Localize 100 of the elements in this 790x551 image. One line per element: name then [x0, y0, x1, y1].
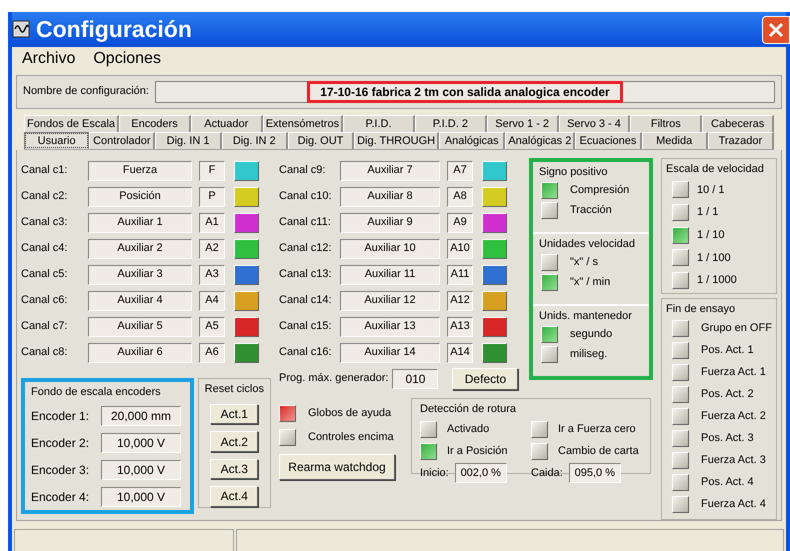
channel-code-field[interactable]: A4: [199, 290, 225, 310]
tab[interactable]: Analógicas: [439, 132, 506, 148]
drop-field[interactable]: 095,0 %: [568, 463, 621, 483]
toggle-button[interactable]: [672, 408, 689, 425]
tab[interactable]: Dig. THROUGH: [354, 132, 440, 148]
channel-name-field[interactable]: Auxiliar 13: [340, 316, 440, 336]
tab[interactable]: Ecuaciones: [575, 132, 642, 148]
color-swatch[interactable]: [234, 238, 259, 258]
close-button[interactable]: [762, 16, 790, 44]
rearm-button[interactable]: Rearma watchdog: [279, 454, 395, 480]
channel-code-field[interactable]: A6: [199, 342, 225, 362]
tab[interactable]: Servo 1 - 2: [486, 114, 559, 132]
channel-code-field[interactable]: A8: [447, 186, 473, 206]
reset-button[interactable]: Act.3: [210, 458, 258, 480]
toggle-button[interactable]: [541, 254, 558, 270]
toggle-button[interactable]: [672, 226, 689, 244]
color-swatch[interactable]: [482, 342, 507, 362]
channel-code-field[interactable]: A13: [447, 316, 473, 336]
toggle-button[interactable]: [541, 182, 558, 198]
encoder-value-field[interactable]: 10,000 V: [101, 460, 181, 480]
toggle-button[interactable]: [672, 272, 689, 290]
toggle-button[interactable]: [541, 346, 558, 362]
channel-name-field[interactable]: Auxiliar 7: [340, 160, 440, 180]
tab[interactable]: Medida: [642, 132, 708, 148]
default-button[interactable]: Defecto: [452, 368, 518, 390]
channel-code-field[interactable]: A11: [447, 264, 473, 284]
toggle-button[interactable]: [672, 386, 689, 403]
toggle-button[interactable]: [672, 364, 689, 381]
toggle-button[interactable]: [531, 420, 548, 438]
tab[interactable]: Servo 3 - 4: [558, 114, 630, 132]
tab[interactable]: Controlador: [89, 132, 156, 148]
channel-name-field[interactable]: Auxiliar 8: [340, 186, 440, 206]
channel-name-field[interactable]: Auxiliar 14: [340, 342, 440, 362]
color-swatch[interactable]: [482, 212, 507, 232]
reset-button[interactable]: Act.4: [210, 486, 258, 506]
channel-name-field[interactable]: Auxiliar 6: [88, 342, 192, 362]
toggle-button[interactable]: [541, 326, 558, 342]
color-swatch[interactable]: [234, 342, 259, 362]
toggle-button[interactable]: [531, 442, 548, 460]
color-swatch[interactable]: [234, 316, 259, 336]
channel-code-field[interactable]: F: [199, 160, 225, 180]
toggle-button[interactable]: [672, 320, 689, 337]
color-swatch[interactable]: [482, 264, 507, 284]
toggle-button[interactable]: [672, 204, 689, 222]
channel-name-field[interactable]: Auxiliar 2: [88, 238, 192, 258]
toggle-button[interactable]: [672, 342, 689, 359]
channel-code-field[interactable]: A12: [447, 290, 473, 310]
start-field[interactable]: 002,0 %: [454, 463, 507, 483]
color-swatch[interactable]: [482, 160, 507, 180]
reset-button[interactable]: Act.2: [210, 431, 258, 452]
channel-name-field[interactable]: Posición: [88, 186, 192, 206]
tab[interactable]: Dig. IN 2: [222, 132, 288, 148]
color-swatch[interactable]: [482, 186, 507, 206]
tab[interactable]: Analógicas 2: [505, 132, 576, 148]
tab[interactable]: P.I.D. 2: [414, 114, 487, 132]
channel-code-field[interactable]: A7: [447, 160, 473, 180]
channel-name-field[interactable]: Auxiliar 9: [340, 212, 440, 232]
generator-field[interactable]: 010: [392, 368, 438, 388]
toggle-button[interactable]: [279, 429, 296, 446]
channel-code-field[interactable]: P: [199, 186, 225, 206]
toggle-button[interactable]: [672, 181, 689, 198]
channel-code-field[interactable]: A10: [447, 238, 473, 258]
color-swatch[interactable]: [234, 186, 259, 206]
toggle-button[interactable]: [279, 405, 296, 422]
tab[interactable]: Dig. IN 1: [155, 132, 222, 148]
channel-code-field[interactable]: A9: [447, 212, 473, 232]
toggle-button[interactable]: [672, 249, 689, 266]
tab[interactable]: P.I.D.: [343, 114, 415, 132]
channel-code-field[interactable]: A5: [199, 316, 225, 336]
encoder-value-field[interactable]: 20,000 mm: [101, 406, 181, 426]
menu-item[interactable]: Archivo: [22, 46, 76, 70]
channel-name-field[interactable]: Auxiliar 5: [88, 316, 192, 336]
color-swatch[interactable]: [482, 290, 507, 310]
channel-name-field[interactable]: Auxiliar 4: [88, 290, 192, 310]
reset-button[interactable]: Act.1: [210, 404, 258, 424]
color-swatch[interactable]: [234, 264, 259, 284]
channel-name-field[interactable]: Auxiliar 3: [88, 264, 192, 284]
color-swatch[interactable]: [482, 238, 507, 258]
tab[interactable]: Fondos de Escala: [24, 114, 120, 132]
channel-name-field[interactable]: Auxiliar 1: [88, 212, 192, 232]
color-swatch[interactable]: [482, 316, 507, 336]
encoder-value-field[interactable]: 10,000 V: [101, 486, 181, 507]
tab[interactable]: Usuario: [24, 132, 90, 148]
tab[interactable]: Encoders: [119, 114, 191, 132]
config-name-field[interactable]: 17-10-16 fabrica 2 tm con salida analogica encoder: [154, 80, 775, 102]
toggle-button[interactable]: [672, 452, 689, 469]
channel-code-field[interactable]: A1: [199, 212, 225, 232]
tab[interactable]: Dig. OUT: [288, 132, 354, 148]
channel-code-field[interactable]: A3: [199, 264, 225, 284]
toggle-button[interactable]: [672, 474, 689, 491]
channel-code-field[interactable]: A14: [447, 342, 473, 362]
channel-name-field[interactable]: Fuerza: [88, 160, 192, 180]
toggle-button[interactable]: [541, 202, 558, 218]
toggle-button[interactable]: [541, 274, 558, 290]
tab[interactable]: Cabeceras: [702, 114, 774, 132]
channel-code-field[interactable]: A2: [199, 238, 225, 258]
color-swatch[interactable]: [234, 160, 259, 180]
toggle-button[interactable]: [672, 430, 689, 447]
encoder-value-field[interactable]: 10,000 V: [101, 432, 181, 453]
color-swatch[interactable]: [234, 290, 259, 310]
